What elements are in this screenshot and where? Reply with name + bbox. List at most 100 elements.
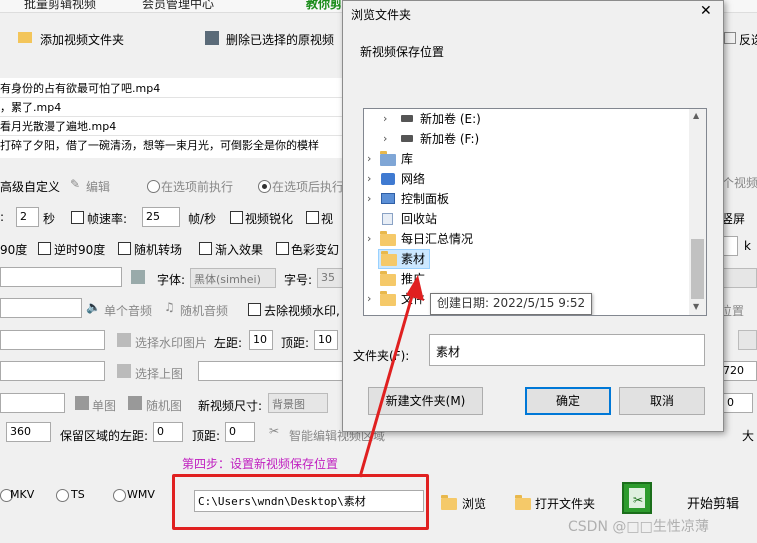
tab-tutorial[interactable]: 教你剪 bbox=[306, 0, 342, 12]
fade-in-checkbox[interactable] bbox=[199, 242, 212, 255]
tooltip: 创建日期: 2022/5/15 9:52 bbox=[430, 293, 593, 315]
chevron-right-icon[interactable]: › bbox=[383, 109, 387, 129]
cancel-button[interactable]: 取消 bbox=[619, 387, 705, 415]
chevron-right-icon[interactable]: › bbox=[367, 229, 371, 249]
delete-original-button[interactable]: 删除已选择的原视频 bbox=[226, 31, 334, 48]
after-radio[interactable] bbox=[258, 180, 271, 193]
recycle-bin-icon bbox=[382, 213, 393, 225]
single-image-button[interactable]: 单图 bbox=[92, 397, 116, 414]
audio-input[interactable] bbox=[0, 298, 82, 318]
tree-item-drive-e[interactable]: › 新加卷 (E:) bbox=[364, 109, 684, 129]
tree-item-daily-summary[interactable]: › 每日汇总情况 bbox=[364, 229, 684, 249]
format-wmv-radio[interactable] bbox=[113, 489, 126, 502]
left-distance-input[interactable]: 10 bbox=[249, 330, 273, 350]
k-label: k bbox=[744, 239, 751, 253]
add-folder-button[interactable]: 添加视频文件夹 bbox=[40, 31, 124, 48]
top-image-input[interactable] bbox=[0, 361, 105, 381]
video-cut-checkbox[interactable] bbox=[306, 211, 319, 224]
list-item[interactable]: ，累了.mp4 bbox=[0, 99, 61, 115]
ccw90-checkbox[interactable] bbox=[38, 242, 51, 255]
tree-item-control-panel[interactable]: › 控制面板 bbox=[364, 189, 684, 209]
chevron-right-icon[interactable]: › bbox=[383, 129, 387, 149]
top-image-path-input[interactable] bbox=[198, 361, 346, 381]
random-transition-label: 随机转场 bbox=[134, 243, 183, 257]
open-folder-button[interactable]: 打开文件夹 bbox=[535, 495, 595, 512]
network-icon bbox=[381, 173, 395, 185]
image-icon bbox=[117, 333, 131, 347]
folder-icon bbox=[380, 271, 396, 286]
size-select[interactable]: 35 bbox=[317, 268, 345, 288]
browse-button[interactable]: 浏览 bbox=[462, 495, 486, 512]
folder-field[interactable]: 素材 bbox=[429, 334, 705, 366]
start-edit-icon[interactable]: ✂ bbox=[622, 482, 652, 514]
tree-item-material-selected[interactable]: 素材 bbox=[378, 249, 430, 269]
single-audio-button[interactable]: 单个音频 bbox=[104, 302, 152, 319]
color-change-checkbox[interactable] bbox=[276, 242, 289, 255]
remove-watermark-checkbox[interactable] bbox=[248, 303, 261, 316]
chevron-right-icon[interactable]: › bbox=[367, 169, 371, 189]
edit-icon: ✎ bbox=[70, 177, 81, 191]
reverse-select-button[interactable]: 反选 bbox=[739, 31, 757, 48]
fps-input[interactable]: 25 bbox=[142, 207, 180, 227]
ccw90-label: 逆时90度 bbox=[54, 243, 106, 257]
tree-item-recycle-bin[interactable]: 回收站 bbox=[364, 209, 684, 229]
tab-member-center[interactable]: 会员管理中心 bbox=[142, 0, 214, 12]
background-input[interactable] bbox=[0, 393, 65, 413]
fps-unit-label: 帧/秒 bbox=[188, 212, 217, 226]
library-icon bbox=[380, 151, 396, 166]
scroll-up-arrow[interactable]: ▲ bbox=[693, 111, 699, 120]
sharpen-checkbox[interactable] bbox=[230, 211, 243, 224]
random-transition-checkbox[interactable] bbox=[118, 242, 131, 255]
width-input[interactable]: 360 bbox=[6, 422, 51, 442]
keep-left-input[interactable]: 0 bbox=[153, 422, 183, 442]
tree-item-label: 新加卷 (F:) bbox=[420, 132, 480, 146]
tree-item-promotion[interactable]: 推广 bbox=[364, 269, 684, 289]
seconds-prefix-label: : bbox=[0, 210, 5, 224]
save-path-input[interactable]: C:\Users\wndn\Desktop\素材 bbox=[194, 490, 424, 512]
tree-item-library[interactable]: › 库 bbox=[364, 149, 684, 169]
tree-scrollbar[interactable]: ▲ ▼ bbox=[689, 109, 706, 315]
list-item[interactable]: 打碎了夕阳，借了一碗清汤，想等一束月光，可倒影全是你的模样 bbox=[0, 137, 319, 153]
chevron-right-icon[interactable]: › bbox=[367, 189, 371, 209]
zero-input[interactable]: 0 bbox=[723, 393, 753, 413]
tree-item-drive-f[interactable]: › 新加卷 (F:) bbox=[364, 129, 684, 149]
new-size-select[interactable]: 背景图 bbox=[268, 393, 328, 413]
start-edit-button[interactable]: 开始剪辑 bbox=[687, 493, 739, 512]
right-select-2[interactable] bbox=[738, 330, 757, 350]
random-audio-button[interactable]: 随机音频 bbox=[180, 302, 228, 319]
advanced-custom-label[interactable]: 高级自定义 bbox=[0, 178, 60, 195]
edit-button[interactable]: 编辑 bbox=[86, 178, 110, 195]
tab-batch-edit[interactable]: 批量剪辑视频 bbox=[24, 0, 96, 12]
keep-top-label: 顶距: bbox=[192, 429, 221, 443]
font-select[interactable]: 黑体(simhei) bbox=[190, 268, 276, 288]
seconds-input[interactable]: 2 bbox=[16, 207, 39, 227]
top-distance-label: 顶距: bbox=[281, 336, 310, 350]
keep-top-input[interactable]: 0 bbox=[225, 422, 255, 442]
scroll-thumb[interactable] bbox=[691, 239, 704, 299]
text-edit-icon[interactable] bbox=[131, 270, 145, 284]
select-watermark-button[interactable]: 选择水印图片 bbox=[135, 334, 207, 351]
step4-title: 第四步：设置新视频保存位置 bbox=[182, 457, 339, 471]
select-top-image-button[interactable]: 选择上图 bbox=[135, 365, 183, 382]
list-item[interactable]: 看月光散漫了遍地.mp4 bbox=[0, 118, 116, 134]
format-ts-radio[interactable] bbox=[56, 489, 69, 502]
new-folder-button[interactable]: 新建文件夹(M) bbox=[368, 387, 483, 415]
list-item[interactable]: 有身份的占有欲最可怕了吧.mp4 bbox=[0, 80, 160, 96]
watermark-input[interactable] bbox=[0, 330, 105, 350]
folder-tree[interactable]: ▲ ▼ › 新加卷 (E:) › 新加卷 (F:) › 库 › 网络 › 控制面… bbox=[363, 108, 707, 316]
tree-item-label: 回收站 bbox=[401, 212, 438, 226]
ok-button[interactable]: 确定 bbox=[525, 387, 611, 415]
tree-item-network[interactable]: › 网络 bbox=[364, 169, 684, 189]
text-input[interactable] bbox=[0, 267, 122, 287]
chevron-right-icon[interactable]: › bbox=[367, 149, 371, 169]
right-select-1[interactable] bbox=[722, 268, 757, 288]
top-distance-input[interactable]: 10 bbox=[314, 330, 338, 350]
random-image-button[interactable]: 随机图 bbox=[146, 397, 182, 414]
scroll-down-arrow[interactable]: ▼ bbox=[693, 302, 699, 311]
before-radio[interactable] bbox=[147, 180, 160, 193]
fps-checkbox[interactable] bbox=[71, 211, 84, 224]
rotate-90-label: 90度 bbox=[0, 243, 28, 257]
close-icon[interactable]: ✕ bbox=[700, 3, 712, 19]
chevron-right-icon[interactable]: › bbox=[367, 289, 371, 309]
height-input[interactable]: 720 bbox=[719, 361, 757, 381]
